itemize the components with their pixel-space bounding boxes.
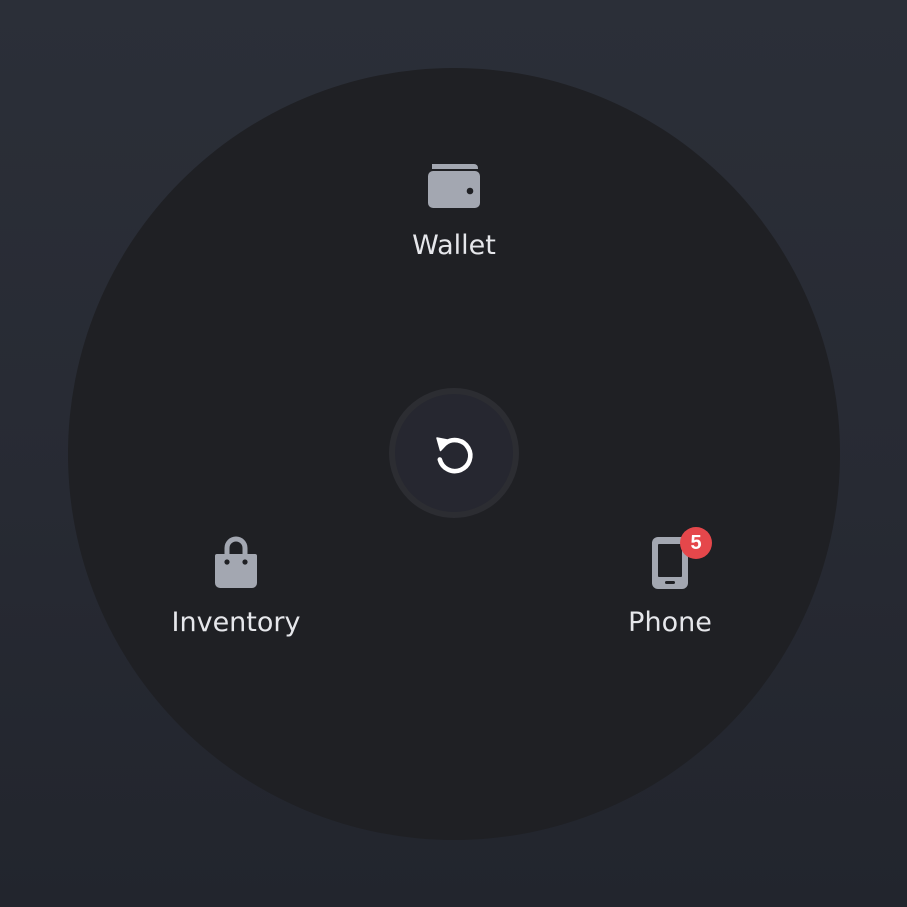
wallet-icon xyxy=(424,156,484,216)
menu-item-wallet[interactable]: Wallet xyxy=(364,156,544,262)
rotate-ccw-icon xyxy=(431,430,477,476)
menu-item-inventory[interactable]: Inventory xyxy=(146,533,326,639)
shopping-bag-icon xyxy=(206,533,266,593)
phone-icon: 5 xyxy=(640,527,712,593)
menu-item-label: Phone xyxy=(628,607,712,638)
reset-button[interactable] xyxy=(389,388,519,518)
notification-badge: 5 xyxy=(680,527,712,559)
menu-item-phone[interactable]: 5 Phone xyxy=(580,527,760,639)
menu-item-label: Wallet xyxy=(412,230,496,261)
menu-item-label: Inventory xyxy=(171,607,301,638)
